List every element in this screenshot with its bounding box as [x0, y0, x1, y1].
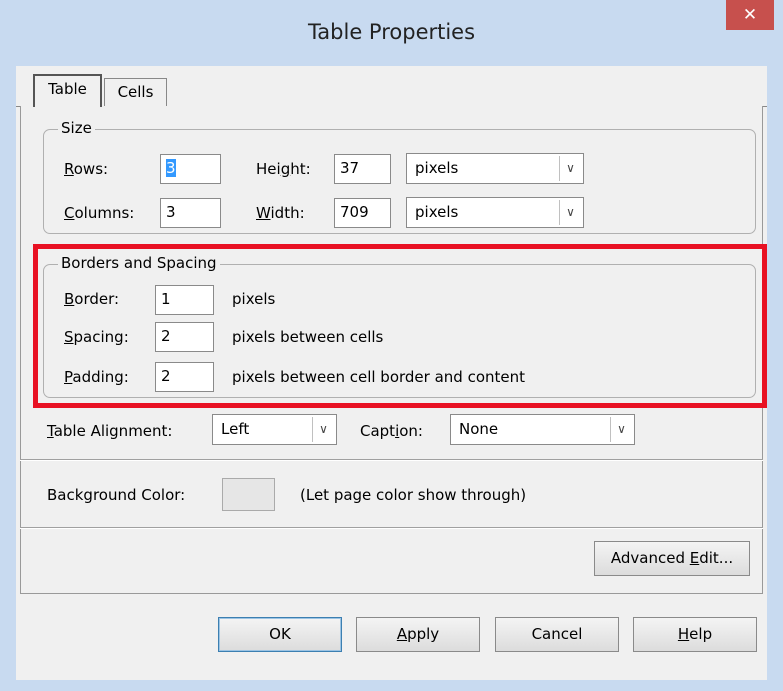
table-properties-dialog: Table Properties ✕ Table Cells Size Rows…	[0, 0, 783, 691]
close-icon: ✕	[742, 5, 758, 25]
height-input[interactable]: 37	[334, 154, 391, 184]
height-label: Height:	[256, 160, 311, 178]
caption-label: Caption:	[360, 422, 423, 440]
chevron-down-icon[interactable]: ∨	[610, 417, 632, 442]
tab-cells[interactable]: Cells	[104, 78, 167, 106]
ok-button[interactable]: OK	[218, 617, 342, 652]
separator	[20, 527, 763, 529]
background-color-swatch[interactable]	[222, 478, 275, 511]
background-color-description: (Let page color show through)	[300, 486, 527, 504]
size-legend: Size	[58, 119, 95, 137]
rows-input[interactable]: 3	[160, 154, 221, 184]
chevron-down-icon[interactable]: ∨	[312, 417, 334, 442]
chevron-down-icon[interactable]: ∨	[559, 200, 581, 225]
width-input[interactable]: 709	[334, 198, 391, 228]
size-group	[43, 129, 756, 234]
help-button[interactable]: Help	[633, 617, 757, 652]
background-color-label: Background Color:	[47, 486, 186, 504]
width-unit-select[interactable]: pixels ∨	[406, 197, 584, 228]
height-unit-select[interactable]: pixels ∨	[406, 153, 584, 184]
rows-label: Rows:	[64, 160, 109, 178]
width-label: Width:	[256, 204, 305, 222]
title-bar[interactable]: Table Properties ✕	[0, 0, 783, 66]
tab-table[interactable]: Table	[33, 74, 102, 107]
columns-input[interactable]: 3	[160, 198, 221, 228]
dialog-title: Table Properties	[307, 20, 476, 44]
close-button[interactable]: ✕	[726, 0, 774, 30]
cancel-button[interactable]: Cancel	[495, 617, 619, 652]
caption-select[interactable]: None ∨	[450, 414, 635, 445]
chevron-down-icon[interactable]: ∨	[559, 156, 581, 181]
separator	[20, 459, 763, 461]
advanced-edit-button[interactable]: Advanced Edit...	[594, 541, 750, 576]
apply-button[interactable]: Apply	[356, 617, 480, 652]
highlight-box	[33, 244, 767, 408]
table-alignment-label: Table Alignment:	[47, 422, 173, 440]
columns-label: Columns:	[64, 204, 135, 222]
table-alignment-select[interactable]: Left ∨	[212, 414, 337, 445]
